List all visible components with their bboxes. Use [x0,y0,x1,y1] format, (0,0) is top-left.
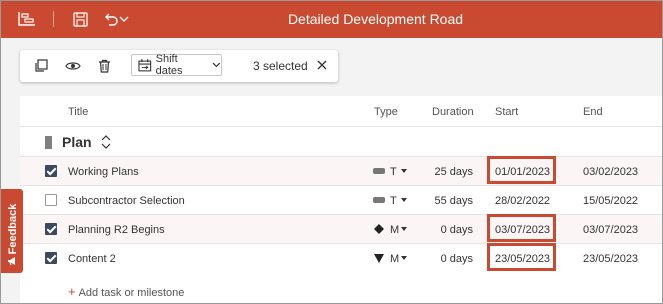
task-type: T [390,195,397,207]
task-title[interactable]: Subcontractor Selection [68,195,185,207]
row-checkbox[interactable] [45,194,57,206]
task-duration[interactable]: 0 days [415,224,473,236]
start-date-highlight [487,156,556,184]
type-dropdown-caret[interactable] [401,169,407,173]
task-type: T [390,166,397,178]
view-button[interactable] [64,57,82,75]
column-start[interactable]: Start [495,106,518,118]
task-title[interactable]: Planning R2 Begins [68,224,165,236]
clear-selection-button[interactable] [315,58,329,72]
title-bar: Detailed Development Road [1,1,662,38]
task-bar-icon [373,166,385,176]
window-title-wrap: Detailed Development Road [1,11,662,27]
task-title[interactable]: Working Plans [68,166,139,178]
task-end[interactable]: 15/05/2022 [583,195,638,207]
table-row[interactable]: Working Plans T 25 days 01/01/2023 03/02/202… [20,156,662,186]
row-checkbox[interactable] [45,223,57,235]
copy-button[interactable] [32,57,50,75]
app-frame: Detailed Development Road Shift dates 3 … [0,0,663,304]
selection-toolbar: Shift dates 3 selected [20,50,338,82]
task-type: M [390,224,400,236]
task-grid: Title Type Duration Start End Plan Worki… [20,96,662,303]
row-checkbox[interactable] [45,252,57,264]
collapse-group-button[interactable] [100,134,112,150]
row-checkbox[interactable] [45,165,57,177]
task-end[interactable]: 23/05/2023 [583,253,638,265]
calendar-shift-icon [138,58,152,71]
type-dropdown-caret[interactable] [401,227,407,231]
task-start[interactable]: 28/02/2022 [495,195,550,207]
shift-dates-button[interactable]: Shift dates [131,53,222,77]
task-end[interactable]: 03/02/2023 [583,166,638,178]
task-duration[interactable]: 0 days [415,253,473,265]
task-duration[interactable]: 55 days [415,195,473,207]
column-duration[interactable]: Duration [432,106,474,118]
type-dropdown-caret[interactable] [401,198,407,202]
task-title[interactable]: Content 2 [68,253,116,265]
megaphone-icon [8,257,15,266]
start-date-highlight [487,214,556,242]
milestone-triangle-icon [373,253,385,263]
column-title[interactable]: Title [68,106,88,118]
copy-icon [35,59,48,72]
column-end[interactable]: End [583,106,603,118]
add-task-label: Add task or milestone [78,287,185,299]
trash-icon [98,59,110,73]
group-row: Plan [20,126,662,157]
window-title: Detailed Development Road [287,11,464,27]
selection-count: 3 selected [253,59,308,73]
add-task-button[interactable]: + Add task or milestone [68,284,184,299]
task-end[interactable]: 03/07/2023 [583,224,638,236]
table-row[interactable]: Content 2M0 days 23/05/2023 23/05/2023 [20,243,662,273]
grid-header: Title Type Duration Start End [20,96,662,126]
eye-icon [65,62,81,70]
group-label: Plan [62,134,92,150]
collapse-icon [101,135,111,149]
task-bar-icon [373,195,385,205]
task-type: M [390,253,400,265]
group-color-bar [45,136,52,149]
start-date-highlight [487,243,556,271]
table-row[interactable]: Subcontractor Selection T 55 days 28/02/202… [20,185,662,215]
task-duration[interactable]: 25 days [415,166,473,178]
close-icon [317,60,327,70]
column-type[interactable]: Type [374,106,398,118]
chevron-down-icon [212,62,221,68]
plus-icon: + [68,284,76,299]
table-row[interactable]: Planning R2 Begins M 0 days 03/07/2023 03/07… [20,214,662,244]
milestone-diamond-icon [373,224,385,234]
feedback-tab[interactable]: Feedback [1,189,23,273]
shift-dates-label: Shift dates [155,53,183,77]
delete-button[interactable] [95,57,113,75]
type-dropdown-caret[interactable] [401,256,407,260]
